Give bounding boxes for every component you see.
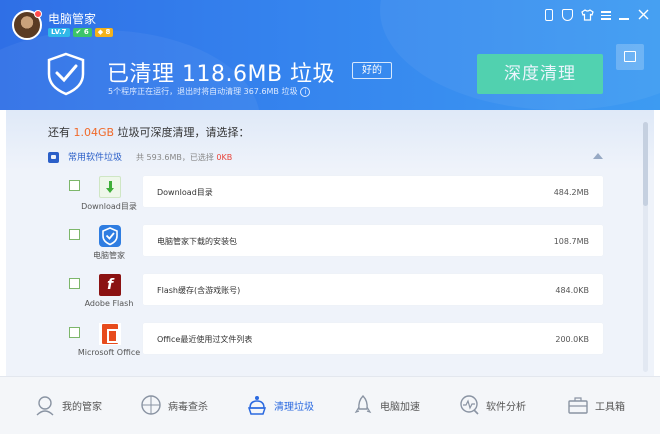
level-badge[interactable]: LV.7 (48, 28, 70, 37)
item-checkbox[interactable] (69, 180, 80, 191)
item-checkbox[interactable] (69, 278, 80, 289)
list-item: f Adobe Flash Flash缓存(含游戏账号) 484.0KB (6, 274, 654, 320)
item-card[interactable]: Office最近使用过文件列表 200.0KB (143, 323, 603, 354)
item-size: 484.0KB (555, 286, 589, 295)
nav-cleanup[interactable]: 清理垃圾 (246, 393, 314, 417)
nav-label: 工具箱 (595, 401, 625, 413)
toolbox-icon (568, 397, 588, 414)
nav-label: 病毒查杀 (168, 401, 208, 413)
pc-manager-icon (99, 225, 121, 247)
nav-label: 我的管家 (62, 401, 102, 413)
minimize-icon (619, 18, 629, 20)
flash-icon: f (99, 274, 121, 296)
close-button[interactable] (637, 9, 650, 22)
deep-clean-prompt: 还有 1.04GB 垃圾可深度清理，请选择： (48, 124, 250, 140)
item-size: 200.0KB (555, 335, 589, 344)
item-card[interactable]: 电脑管家下载的安装包 108.7MB (143, 225, 603, 256)
prompt-amount: 1.04GB (73, 126, 115, 139)
nav-label: 电脑加速 (380, 401, 420, 413)
virus-scan-icon (141, 395, 161, 415)
shield-check-icon (47, 52, 85, 96)
item-size: 108.7MB (553, 237, 589, 246)
nav-label: 软件分析 (486, 401, 526, 413)
list-item: 电脑管家 电脑管家下载的安装包 108.7MB (6, 225, 654, 271)
item-app-name: Download目录 (81, 202, 137, 211)
side-panel-button[interactable] (616, 44, 644, 70)
header: 电脑管家 LV.7 ✔ 6 ◆ 8 已清理 118.6MB 垃圾 好的 5个程序… (0, 0, 660, 110)
software-analysis-icon (460, 395, 479, 415)
close-icon (638, 9, 649, 20)
user-badges: LV.7 ✔ 6 ◆ 8 (48, 28, 114, 37)
item-app-name: 电脑管家 (93, 251, 125, 260)
app-title: 电脑管家 (48, 12, 97, 26)
prompt-prefix: 还有 (48, 126, 74, 139)
vip-badge[interactable]: ◆ 8 (94, 28, 114, 37)
rating-tag: 好的 (352, 62, 392, 79)
download-icon (99, 176, 121, 198)
bottom-nav: 我的管家 病毒查杀 清理垃圾 电脑加速 软件分析 工具箱 (0, 376, 660, 434)
subline-text: 5个程序正在运行，退出时将自动清理 367.6MB 垃圾 (108, 87, 298, 96)
my-manager-icon (36, 396, 54, 416)
list-item: Microsoft Office Office最近使用过文件列表 200.0KB (6, 323, 654, 369)
item-app-name: Microsoft Office (77, 348, 141, 357)
category-selected: 0KB (216, 153, 233, 162)
running-programs-note: 5个程序正在运行，退出时将自动清理 367.6MB 垃圾 i (108, 86, 311, 97)
nav-virus-scan[interactable]: 病毒查杀 (140, 393, 208, 417)
panel-icon (624, 51, 636, 62)
cleanup-result: 已清理 118.6MB 垃圾 (107, 62, 336, 87)
office-icon (99, 323, 121, 345)
menu-icon (601, 11, 611, 13)
phone-icon (545, 9, 553, 21)
minimize-button[interactable] (618, 9, 631, 22)
nav-software-analysis[interactable]: 软件分析 (458, 393, 526, 417)
cleanup-icon (247, 396, 267, 415)
nav-my-manager[interactable]: 我的管家 (34, 393, 102, 417)
shirt-icon (581, 9, 594, 21)
item-size: 484.2MB (553, 188, 589, 197)
category-stats: 共 593.6MB，已选择 0KB (136, 152, 232, 163)
category-icon (48, 152, 59, 163)
nav-toolbox[interactable]: 工具箱 (567, 393, 625, 417)
item-label: Flash缓存(含游戏账号) (157, 286, 241, 295)
nav-label: 清理垃圾 (274, 401, 314, 413)
list-item: Download目录 Download目录 484.2MB (6, 176, 654, 222)
category-title[interactable]: 常用软件垃圾 (68, 150, 122, 163)
item-checkbox[interactable] (69, 327, 80, 338)
security-badge[interactable]: ✔ 6 (72, 28, 92, 37)
item-checkbox[interactable] (69, 229, 80, 240)
notification-dot (34, 10, 42, 18)
prompt-suffix: 垃圾可深度清理，请选择： (114, 126, 250, 139)
item-label: Download目录 (157, 188, 213, 197)
menu-button[interactable] (600, 9, 612, 21)
deep-clean-button[interactable]: 深度清理 (477, 54, 603, 94)
shield-button[interactable] (562, 9, 575, 22)
item-label: Office最近使用过文件列表 (157, 335, 253, 344)
nav-speed-up[interactable]: 电脑加速 (352, 393, 420, 417)
pc-manager-window: 电脑管家 LV.7 ✔ 6 ◆ 8 已清理 118.6MB 垃圾 好的 5个程序… (0, 0, 660, 434)
item-card[interactable]: Flash缓存(含游戏账号) 484.0KB (143, 274, 603, 305)
shield-icon (562, 9, 573, 21)
collapse-arrow-icon[interactable] (593, 153, 603, 159)
menu-icon-line (601, 14, 611, 16)
item-label: 电脑管家下载的安装包 (157, 237, 237, 246)
rocket-icon (354, 395, 372, 414)
item-app-name: Adobe Flash (84, 299, 134, 308)
phone-button[interactable] (543, 9, 556, 22)
info-icon[interactable]: i (300, 86, 311, 97)
item-card[interactable]: Download目录 484.2MB (143, 176, 603, 207)
menu-icon-line (601, 18, 611, 20)
deep-clean-list: 还有 1.04GB 垃圾可深度清理，请选择： 常用软件垃圾 共 593.6MB，… (6, 110, 654, 376)
window-controls (543, 9, 650, 22)
category-total: 共 593.6MB，已选择 (136, 153, 217, 162)
skin-button[interactable] (581, 9, 594, 22)
